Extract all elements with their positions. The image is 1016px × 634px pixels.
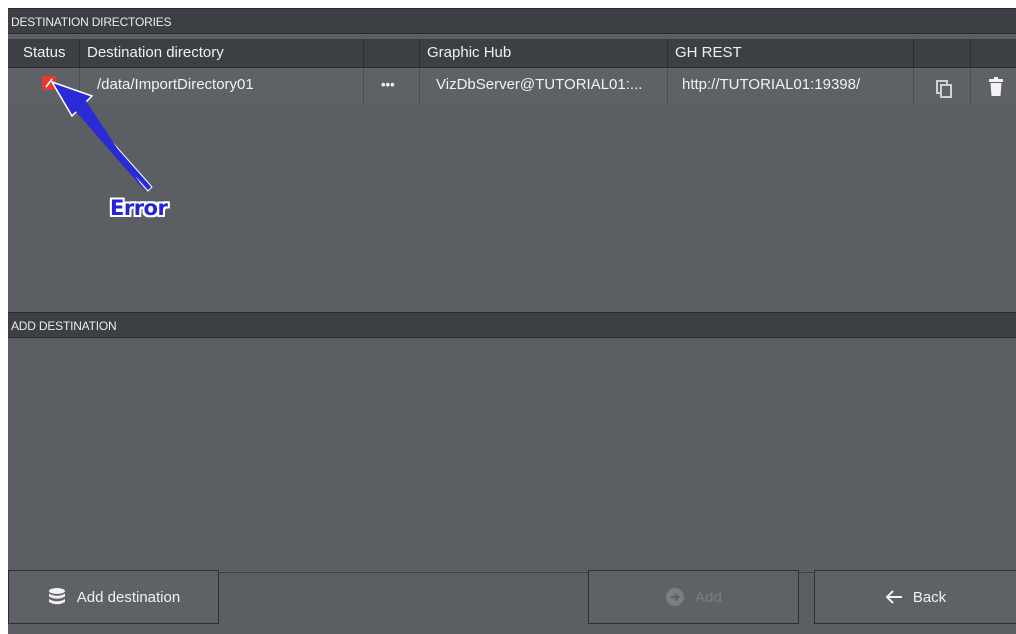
back-label: Back xyxy=(912,588,947,606)
add-label: Add xyxy=(695,588,722,606)
destination-directories-header: DESTINATION DIRECTORIES xyxy=(8,8,1016,34)
section-title: DESTINATION DIRECTORIES xyxy=(11,15,172,29)
back-button[interactable]: Back xyxy=(814,570,1016,624)
column-graphic-hub[interactable]: Graphic Hub xyxy=(420,39,668,68)
copy-button[interactable] xyxy=(914,68,971,104)
column-copy xyxy=(914,39,971,68)
arrow-left-icon xyxy=(885,589,903,605)
add-destination-area xyxy=(8,344,1016,572)
add-destination-button[interactable]: Add destination xyxy=(8,570,219,624)
arrow-circle-right-icon xyxy=(665,587,685,607)
status-cell xyxy=(8,68,80,104)
error-annotation-label: Error xyxy=(110,196,168,220)
graphic-hub-cell[interactable]: VizDbServer@TUTORIAL01:... xyxy=(420,68,668,104)
add-button[interactable]: Add xyxy=(588,570,799,624)
trash-icon xyxy=(989,76,1003,104)
database-icon xyxy=(47,587,67,607)
section-title: ADD DESTINATION xyxy=(11,319,117,333)
destination-directory-cell[interactable]: /data/ImportDirectory01 xyxy=(80,68,364,104)
table-row[interactable]: /data/ImportDirectory01 ••• VizDbServer@… xyxy=(8,68,1016,104)
column-browse xyxy=(364,39,420,68)
error-status-icon[interactable] xyxy=(42,76,56,90)
delete-button[interactable] xyxy=(971,68,1016,104)
table-header: Status Destination directory Graphic Hub… xyxy=(8,39,1016,68)
column-delete xyxy=(971,39,1016,68)
add-destination-label: Add destination xyxy=(76,588,181,606)
destination-panel: DESTINATION DIRECTORIES Status Destinati… xyxy=(8,8,1016,634)
column-gh-rest[interactable]: GH REST xyxy=(668,39,914,68)
add-destination-header: ADD DESTINATION xyxy=(8,312,1016,338)
column-status[interactable]: Status xyxy=(8,39,80,68)
copy-icon xyxy=(936,77,952,104)
browse-button[interactable]: ••• xyxy=(364,68,420,104)
gh-rest-cell[interactable]: http://TUTORIAL01:19398/ xyxy=(668,68,914,104)
column-destination-directory[interactable]: Destination directory xyxy=(80,39,364,68)
